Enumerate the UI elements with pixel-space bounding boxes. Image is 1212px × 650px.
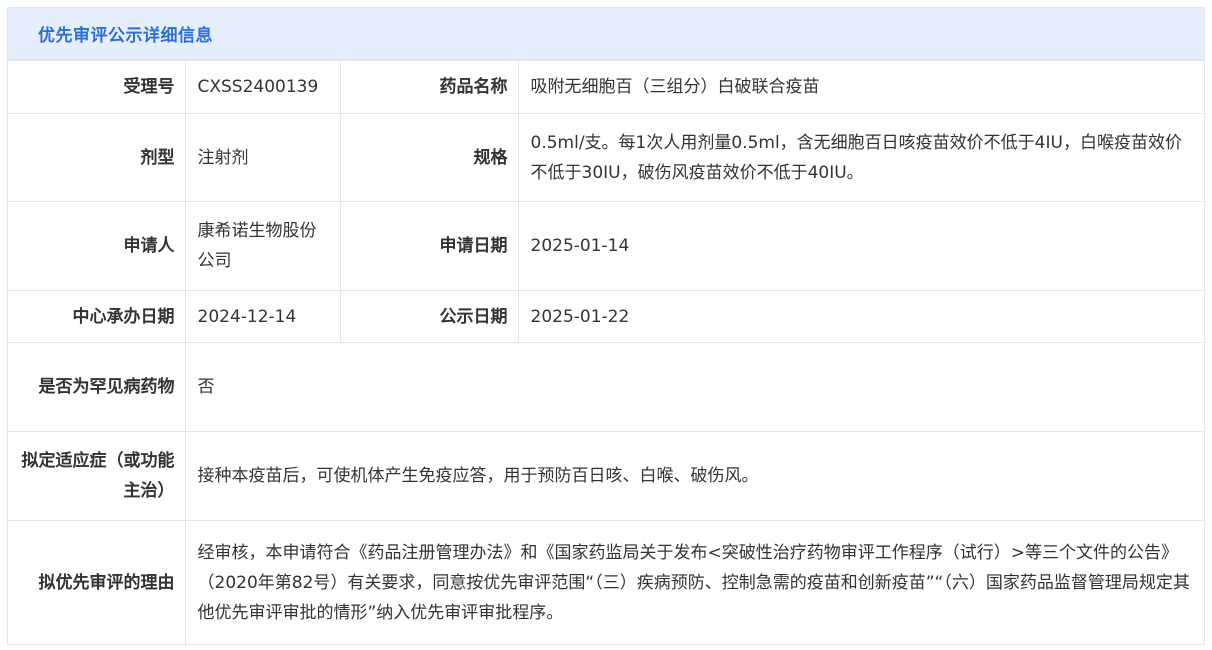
dosage-form-label: 剂型 [8,114,185,202]
drug-name-value: 吸附无细胞百（三组分）白破联合疫苗 [518,61,1204,114]
applicant-value: 康希诺生物股份公司 [185,202,340,291]
drug-name-label: 药品名称 [340,61,518,114]
applicant-label: 申请人 [8,202,185,291]
table-row: 受理号 CXSS2400139 药品名称 吸附无细胞百（三组分）白破联合疫苗 [8,61,1204,114]
table-row: 是否为罕见病药物 否 [8,343,1204,432]
acceptance-no-value: CXSS2400139 [185,61,340,114]
specification-label: 规格 [340,114,518,202]
reason-value: 经审核，本申请符合《药品注册管理办法》和《国家药监局关于发布<突破性治疗药物审评… [185,521,1204,646]
reason-label: 拟优先审评的理由 [8,521,185,646]
application-date-value: 2025-01-14 [518,202,1204,291]
rare-disease-value: 否 [185,343,1204,432]
indication-value: 接种本疫苗后，可使机体产生免疫应答，用于预防百日咳、白喉、破伤风。 [185,432,1204,521]
dosage-form-value: 注射剂 [185,114,340,202]
specification-value: 0.5ml/支。每1次人用剂量0.5ml，含无细胞百日咳疫苗效价不低于4IU，白… [518,114,1204,202]
panel-header: 优先审评公示详细信息 [8,8,1204,60]
table-row: 申请人 康希诺生物股份公司 申请日期 2025-01-14 [8,202,1204,291]
center-date-label: 中心承办日期 [8,291,185,343]
priority-review-detail-panel: 优先审评公示详细信息 受理号 CXSS2400139 药品名称 吸附无细胞百（三… [7,7,1205,645]
table-row: 拟优先审评的理由 经审核，本申请符合《药品注册管理办法》和《国家药监局关于发布<… [8,521,1204,646]
detail-table: 受理号 CXSS2400139 药品名称 吸附无细胞百（三组分）白破联合疫苗 剂… [8,60,1204,646]
table-row: 剂型 注射剂 规格 0.5ml/支。每1次人用剂量0.5ml，含无细胞百日咳疫苗… [8,114,1204,202]
table-row: 拟定适应症（或功能主治） 接种本疫苗后，可使机体产生免疫应答，用于预防百日咳、白… [8,432,1204,521]
rare-disease-label: 是否为罕见病药物 [8,343,185,432]
indication-label: 拟定适应症（或功能主治） [8,432,185,521]
publicity-date-value: 2025-01-22 [518,291,1204,343]
panel-title: 优先审评公示详细信息 [38,21,213,46]
publicity-date-label: 公示日期 [340,291,518,343]
center-date-value: 2024-12-14 [185,291,340,343]
table-row: 中心承办日期 2024-12-14 公示日期 2025-01-22 [8,291,1204,343]
acceptance-no-label: 受理号 [8,61,185,114]
application-date-label: 申请日期 [340,202,518,291]
